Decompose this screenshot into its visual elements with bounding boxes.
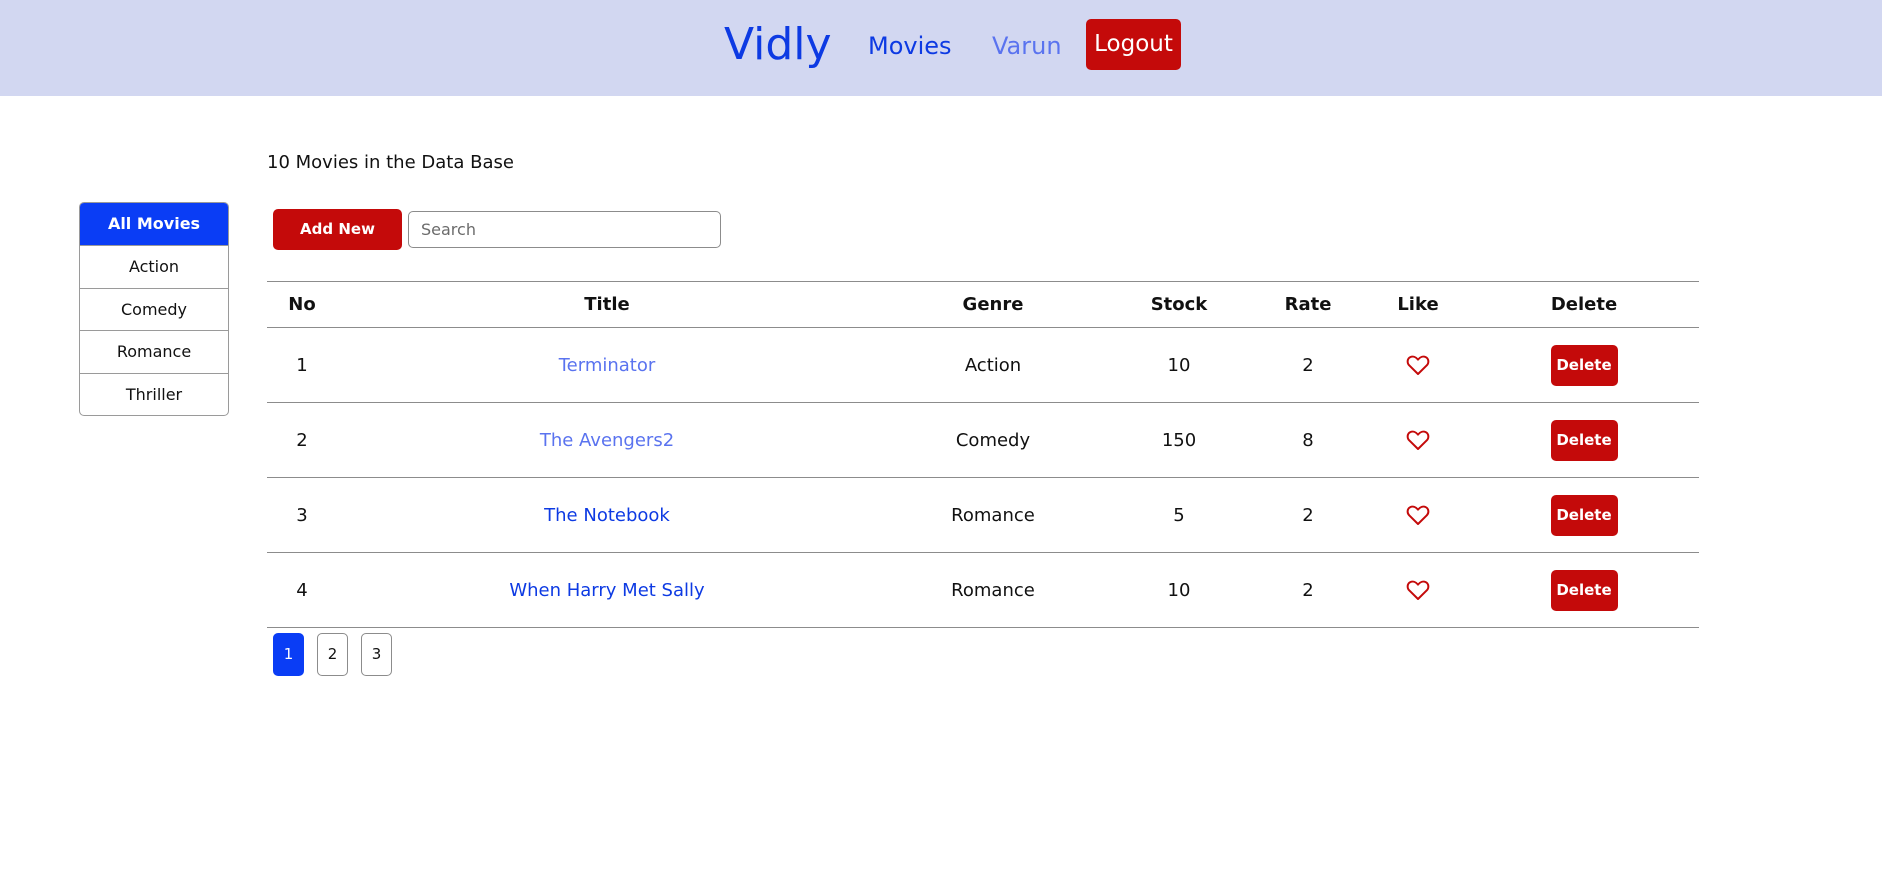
cell-stock: 10 xyxy=(1109,552,1249,628)
cell-like xyxy=(1367,477,1469,553)
nav-link-user-profile[interactable]: Varun xyxy=(992,26,1062,66)
cell-stock: 10 xyxy=(1109,327,1249,403)
delete-button[interactable]: Delete xyxy=(1550,344,1618,386)
movie-title-link[interactable]: The Avengers2 xyxy=(540,430,674,451)
cell-rate: 8 xyxy=(1249,402,1367,478)
cell-stock: 5 xyxy=(1109,477,1249,553)
movie-count-summary: 10 Movies in the Data Base xyxy=(267,152,514,173)
navbar: Vidly Movies Varun Logout xyxy=(0,0,1882,96)
cell-genre: Romance xyxy=(877,477,1109,553)
heart-outline-icon[interactable] xyxy=(1406,579,1430,601)
cell-rate: 2 xyxy=(1249,477,1367,553)
column-header-stock[interactable]: Stock xyxy=(1109,281,1249,328)
genre-item-all-movies[interactable]: All Movies xyxy=(80,203,228,246)
cell-genre: Romance xyxy=(877,552,1109,628)
cell-title: Terminator xyxy=(337,327,877,403)
cell-like xyxy=(1367,327,1469,403)
cell-genre: Comedy xyxy=(877,402,1109,478)
table-row: 2 The Avengers2 Comedy 150 8 Delete xyxy=(267,402,1699,478)
cell-title: The Avengers2 xyxy=(337,402,877,478)
delete-button[interactable]: Delete xyxy=(1550,569,1618,611)
cell-rate: 2 xyxy=(1249,552,1367,628)
movies-table: No Title Genre Stock Rate Like Delete 1 … xyxy=(267,281,1699,628)
heart-outline-icon[interactable] xyxy=(1406,354,1430,376)
cell-delete: Delete xyxy=(1469,552,1699,628)
table-body: 1 Terminator Action 10 2 Delete 2 The Av… xyxy=(267,327,1699,628)
column-header-rate[interactable]: Rate xyxy=(1249,281,1367,328)
column-header-like: Like xyxy=(1367,281,1469,328)
movie-title-link[interactable]: Terminator xyxy=(559,355,656,376)
page-button-1[interactable]: 1 xyxy=(273,633,304,676)
genre-filter-list: All Movies Action Comedy Romance Thrille… xyxy=(79,202,229,416)
column-header-genre[interactable]: Genre xyxy=(877,281,1109,328)
column-header-title[interactable]: Title xyxy=(337,281,877,328)
column-header-no[interactable]: No xyxy=(267,281,337,328)
movie-title-link[interactable]: When Harry Met Sally xyxy=(509,580,704,601)
cell-delete: Delete xyxy=(1469,327,1699,403)
movie-title-link[interactable]: The Notebook xyxy=(544,505,670,526)
heart-outline-icon[interactable] xyxy=(1406,429,1430,451)
search-input[interactable] xyxy=(408,211,721,248)
cell-genre: Action xyxy=(877,327,1109,403)
table-header: No Title Genre Stock Rate Like Delete xyxy=(267,281,1699,328)
cell-like xyxy=(1367,552,1469,628)
cell-no: 3 xyxy=(267,477,337,553)
table-row: 1 Terminator Action 10 2 Delete xyxy=(267,327,1699,403)
genre-item-romance[interactable]: Romance xyxy=(80,330,228,372)
logout-button[interactable]: Logout xyxy=(1086,19,1181,70)
delete-button[interactable]: Delete xyxy=(1550,419,1618,461)
nav-link-movies[interactable]: Movies xyxy=(868,26,952,66)
heart-outline-icon[interactable] xyxy=(1406,504,1430,526)
brand-logo[interactable]: Vidly xyxy=(724,14,832,76)
page-button-3[interactable]: 3 xyxy=(361,633,392,676)
cell-title: When Harry Met Sally xyxy=(337,552,877,628)
cell-like xyxy=(1367,402,1469,478)
header-row: No Title Genre Stock Rate Like Delete xyxy=(267,281,1699,328)
cell-delete: Delete xyxy=(1469,402,1699,478)
cell-stock: 150 xyxy=(1109,402,1249,478)
genre-item-thriller[interactable]: Thriller xyxy=(80,372,228,415)
table-row: 3 The Notebook Romance 5 2 Delete xyxy=(267,477,1699,553)
cell-delete: Delete xyxy=(1469,477,1699,553)
column-header-delete: Delete xyxy=(1469,281,1699,328)
table-row: 4 When Harry Met Sally Romance 10 2 Dele… xyxy=(267,552,1699,628)
delete-button[interactable]: Delete xyxy=(1550,494,1618,536)
genre-item-comedy[interactable]: Comedy xyxy=(80,287,228,330)
cell-no: 4 xyxy=(267,552,337,628)
page-button-2[interactable]: 2 xyxy=(317,633,348,676)
cell-no: 2 xyxy=(267,402,337,478)
add-new-movie-button[interactable]: Add New Movie xyxy=(273,209,402,279)
cell-rate: 2 xyxy=(1249,327,1367,403)
genre-item-action[interactable]: Action xyxy=(80,245,228,287)
cell-title: The Notebook xyxy=(337,477,877,553)
cell-no: 1 xyxy=(267,327,337,403)
